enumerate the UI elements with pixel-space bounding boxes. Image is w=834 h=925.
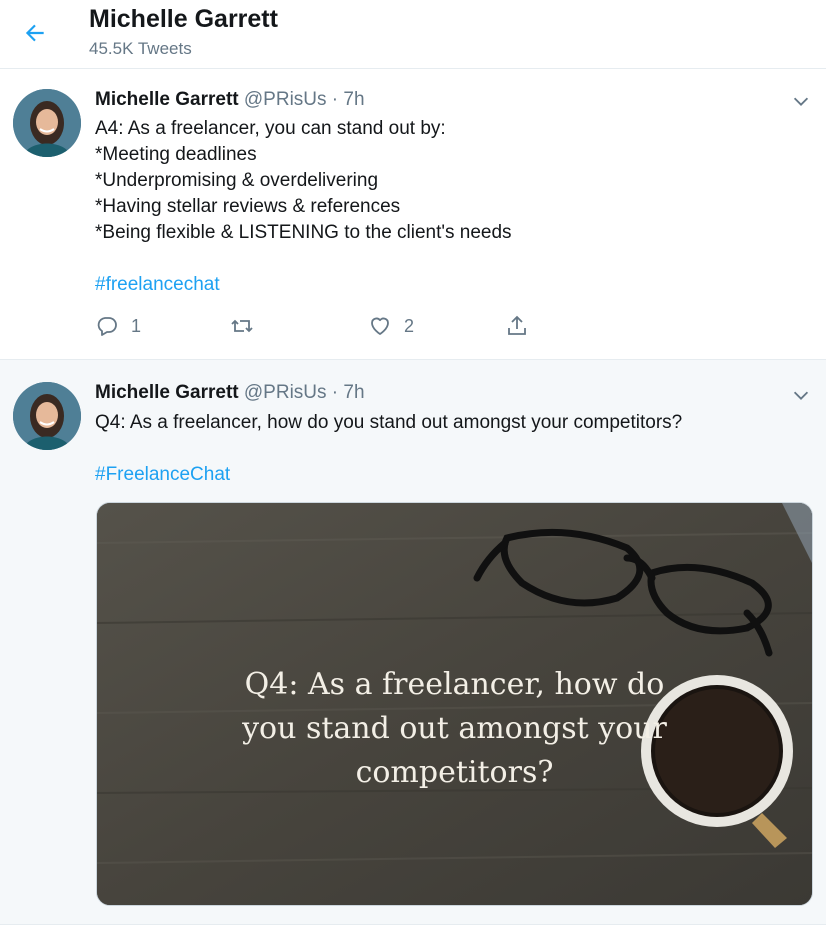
hashtag-link[interactable]: #freelancechat [95, 272, 512, 298]
author-name[interactable]: Michelle Garrett [95, 89, 239, 110]
chevron-down-icon[interactable] [790, 384, 812, 406]
retweet-button[interactable] [230, 313, 254, 339]
tweet-line: Q4: As a freelancer, how do you stand ou… [95, 412, 683, 433]
like-button[interactable]: 2 [368, 313, 414, 339]
tweet-line: *Meeting deadlines [95, 144, 257, 165]
tweet-line: *Underpromising & overdelivering [95, 170, 379, 191]
tweet-meta: Michelle Garrett @PRisUs · 7h [95, 382, 365, 404]
tweet[interactable]: Michelle Garrett @PRisUs · 7h Q4: As a f… [0, 360, 826, 925]
reply-button[interactable]: 1 [95, 313, 141, 339]
tweet-actions: 1 2 [95, 313, 545, 339]
separator-dot: · [331, 89, 339, 110]
back-button[interactable] [20, 18, 50, 48]
reply-icon [97, 317, 117, 336]
tweet-text: A4: As a freelancer, you can stand out b… [95, 116, 512, 298]
tweet-count: 45.5K Tweets [89, 39, 192, 58]
tweet-line: *Being flexible & LISTENING to the clien… [95, 222, 512, 243]
profile-name: Michelle Garrett [89, 5, 278, 33]
avatar[interactable] [13, 382, 81, 450]
reply-count: 1 [131, 315, 142, 336]
retweet-icon [231, 319, 253, 333]
tweet-media-image[interactable]: Q4: As a freelancer, how do you stand ou… [96, 502, 813, 906]
share-icon [508, 315, 526, 335]
tweet[interactable]: Michelle Garrett @PRisUs · 7h A4: As a f… [0, 69, 826, 360]
media-background [97, 503, 812, 905]
chevron-down-icon[interactable] [790, 90, 812, 112]
back-arrow-icon [25, 24, 44, 42]
tweet-time[interactable]: 7h [343, 382, 364, 403]
tweet-meta: Michelle Garrett @PRisUs · 7h [95, 89, 365, 111]
tweet-line: A4: As a freelancer, you can stand out b… [95, 118, 446, 139]
profile-header: Michelle Garrett 45.5K Tweets [0, 0, 826, 69]
avatar[interactable] [13, 89, 81, 157]
share-button[interactable] [505, 313, 529, 339]
tweet-time[interactable]: 7h [343, 89, 364, 110]
tweet-line: *Having stellar reviews & references [95, 196, 401, 217]
tweet-text: Q4: As a freelancer, how do you stand ou… [95, 410, 682, 488]
author-handle[interactable]: @PRisUs [244, 89, 327, 110]
separator-dot: · [331, 382, 339, 403]
author-handle[interactable]: @PRisUs [244, 382, 327, 403]
author-name[interactable]: Michelle Garrett [95, 382, 239, 403]
like-count: 2 [404, 315, 415, 336]
heart-icon [371, 317, 389, 335]
hashtag-link[interactable]: #FreelanceChat [95, 462, 682, 488]
